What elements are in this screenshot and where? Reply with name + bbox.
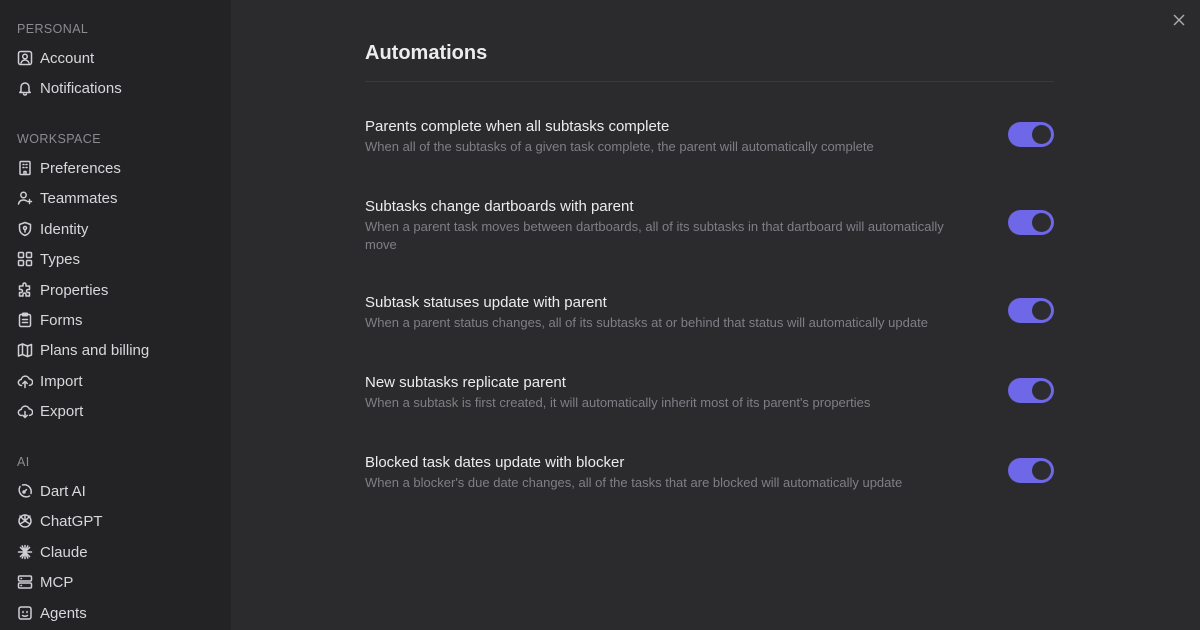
sidebar-item-label: Forms	[40, 311, 83, 329]
section-title-personal: PERSONAL	[17, 22, 89, 36]
toggle-blocked-task-dates[interactable]	[1008, 458, 1054, 483]
agent-icon	[17, 605, 33, 621]
toggle-knob	[1032, 301, 1051, 320]
setting-label: Parents complete when all subtasks compl…	[365, 118, 670, 135]
setting-label: Subtasks change dartboards with parent	[365, 198, 634, 215]
sidebar-item-label: Dart AI	[40, 482, 86, 500]
sidebar-item-account[interactable]: Account	[17, 46, 94, 70]
sidebar-item-import[interactable]: Import	[17, 369, 83, 393]
setting-label: New subtasks replicate parent	[365, 374, 566, 391]
toggle-new-subtasks-replicate[interactable]	[1008, 378, 1054, 403]
user-plus-icon	[17, 190, 33, 206]
building-icon	[17, 160, 33, 176]
sidebar-item-label: ChatGPT	[40, 512, 103, 530]
title-divider	[365, 81, 1054, 82]
toggle-subtask-statuses-update[interactable]	[1008, 298, 1054, 323]
sidebar-item-types[interactable]: Types	[17, 247, 80, 271]
sidebar-item-chatgpt[interactable]: ChatGPT	[17, 509, 103, 533]
sidebar-item-claude[interactable]: Claude	[17, 540, 88, 564]
section-title-ai: AI	[17, 455, 30, 469]
sidebar-item-label: Plans and billing	[40, 341, 150, 359]
grid-icon	[17, 251, 33, 267]
sidebar-item-forms[interactable]: Forms	[17, 308, 83, 332]
sidebar-item-plans-and-billing[interactable]: Plans and billing	[17, 338, 149, 362]
setting-label: Subtask statuses update with parent	[365, 294, 607, 311]
puzzle-icon	[17, 282, 33, 298]
sidebar-item-label: Notifications	[40, 79, 122, 97]
sidebar-item-label: Properties	[40, 281, 109, 299]
sidebar-item-agents[interactable]: Agents	[17, 601, 87, 625]
map-icon	[17, 342, 33, 358]
dart-icon	[17, 483, 33, 499]
setting-description: When a parent status changes, all of its…	[365, 315, 928, 330]
sidebar-item-label: Export	[40, 402, 84, 420]
toggle-knob	[1032, 381, 1051, 400]
close-button[interactable]	[1172, 13, 1186, 27]
sidebar-item-dart-ai[interactable]: Dart AI	[17, 479, 86, 503]
user-square-icon	[17, 50, 33, 66]
setting-subtask-statuses-update: Subtask statuses update with parent When…	[365, 293, 1054, 332]
sidebar-item-notifications[interactable]: Notifications	[17, 76, 122, 100]
sidebar-item-teammates[interactable]: Teammates	[17, 186, 118, 210]
sidebar-item-export[interactable]: Export	[17, 399, 83, 423]
section-title-workspace: WORKSPACE	[17, 132, 101, 146]
sidebar-item-label: MCP	[40, 573, 74, 591]
sidebar-item-properties[interactable]: Properties	[17, 278, 108, 302]
sidebar-item-label: Identity	[40, 220, 89, 238]
setting-description: When all of the subtasks of a given task…	[365, 139, 874, 154]
setting-label: Blocked task dates update with blocker	[365, 454, 625, 471]
page-title: Automations	[365, 42, 488, 64]
toggle-subtasks-change-dartboards[interactable]	[1008, 210, 1054, 235]
cloud-upload-icon	[17, 373, 33, 389]
setting-description: When a parent task moves between dartboa…	[365, 219, 944, 252]
setting-parents-complete: Parents complete when all subtasks compl…	[365, 117, 1054, 156]
openai-icon	[17, 513, 33, 529]
claude-icon	[17, 544, 33, 560]
setting-blocked-task-dates: Blocked task dates update with blocker W…	[365, 453, 1054, 492]
bell-icon	[17, 80, 33, 96]
server-icon	[17, 574, 33, 590]
sidebar-item-label: Agents	[40, 604, 87, 622]
toggle-parents-complete[interactable]	[1008, 122, 1054, 147]
setting-description: When a blocker's due date changes, all o…	[365, 475, 903, 490]
setting-description: When a subtask is first created, it will…	[365, 395, 871, 410]
sidebar-item-label: Claude	[40, 543, 88, 561]
sidebar-item-label: Preferences	[40, 159, 121, 177]
toggle-knob	[1032, 213, 1051, 232]
setting-subtasks-change-dartboards: Subtasks change dartboards with parent W…	[365, 197, 1054, 254]
sidebar-item-label: Types	[40, 250, 81, 268]
sidebar-item-mcp[interactable]: MCP	[17, 570, 73, 594]
clipboard-icon	[17, 312, 33, 328]
settings-sidebar: PERSONAL Account Notifications WORKSPACE…	[0, 0, 231, 630]
sidebar-item-label: Import	[40, 372, 83, 390]
close-icon	[1173, 14, 1185, 26]
toggle-knob	[1032, 125, 1051, 144]
shield-icon	[17, 221, 33, 237]
cloud-download-icon	[17, 403, 33, 419]
sidebar-item-label: Account	[40, 49, 95, 67]
sidebar-item-identity[interactable]: Identity	[17, 217, 88, 241]
sidebar-item-preferences[interactable]: Preferences	[17, 156, 121, 180]
sidebar-item-label: Teammates	[40, 189, 118, 207]
setting-new-subtasks-replicate: New subtasks replicate parent When a sub…	[365, 373, 1054, 412]
toggle-knob	[1032, 461, 1051, 480]
